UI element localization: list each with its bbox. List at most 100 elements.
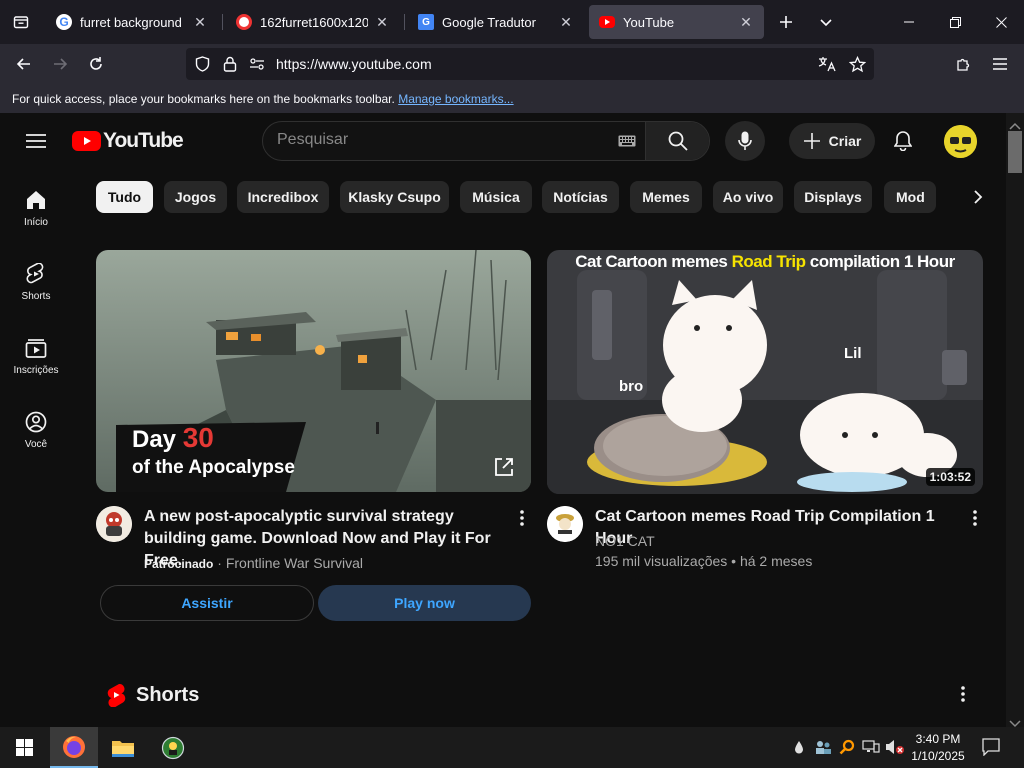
chip-tudo[interactable]: Tudo xyxy=(96,181,153,213)
tab-google-tradutor[interactable]: G Google Tradutor ✕ xyxy=(408,5,584,39)
video-thumbnail-image xyxy=(547,250,983,494)
shorts-more-button[interactable] xyxy=(951,682,975,706)
scrollbar-thumb[interactable] xyxy=(1008,131,1022,173)
tab-close-icon[interactable]: ✕ xyxy=(192,14,208,31)
guide-item-you[interactable]: Você xyxy=(0,399,72,471)
taskbar-clock[interactable]: 3:40 PM 1/10/2025 xyxy=(905,731,971,765)
tab-furret-background[interactable]: G furret background - Go ✕ xyxy=(46,5,218,39)
chip-jogos[interactable]: Jogos xyxy=(164,181,227,213)
scroll-down-icon[interactable] xyxy=(1009,715,1021,728)
tab-title: Google Tradutor xyxy=(442,14,536,30)
ad-more-button[interactable] xyxy=(510,506,534,530)
chip-klasky-csupo[interactable]: Klasky Csupo xyxy=(340,181,449,213)
puzzle-icon xyxy=(957,58,970,71)
create-button[interactable]: Criar xyxy=(789,123,875,159)
tray-volume-muted-icon[interactable] xyxy=(885,737,905,757)
you-icon xyxy=(25,411,47,433)
taskbar-firefox[interactable] xyxy=(50,727,98,768)
chip-incredibox[interactable]: Incredibox xyxy=(237,181,329,213)
tray-people-icon[interactable] xyxy=(813,737,833,757)
start-button[interactable] xyxy=(0,727,48,768)
tab-title: furret background - Go xyxy=(80,14,186,30)
chip-musica[interactable]: Música xyxy=(460,181,532,213)
permissions-icon[interactable] xyxy=(248,56,266,72)
tab-close-icon[interactable]: ✕ xyxy=(374,14,390,31)
manage-bookmarks-link[interactable]: Manage bookmarks... xyxy=(398,92,513,106)
reload-button[interactable] xyxy=(80,48,112,80)
chip-displays[interactable]: Displays xyxy=(794,181,872,213)
video-thumb-title: Cat Cartoon memes Road Trip compilation … xyxy=(547,250,983,272)
menu-button[interactable] xyxy=(984,48,1016,80)
filter-chips-bar: Tudo Jogos Incredibox Klasky Csupo Músic… xyxy=(96,181,936,215)
chip-memes[interactable]: Memes xyxy=(630,181,702,213)
video-thumbnail[interactable]: Cat Cartoon memes Road Trip compilation … xyxy=(547,250,983,494)
scroll-up-icon[interactable] xyxy=(1009,117,1021,130)
forward-button[interactable] xyxy=(44,48,76,80)
address-bar[interactable]: https://www.youtube.com xyxy=(186,48,874,80)
page-scrollbar[interactable] xyxy=(1006,113,1024,728)
advertiser-name[interactable]: Frontline War Survival xyxy=(226,555,363,571)
new-tab-button[interactable] xyxy=(772,8,800,36)
shield-icon[interactable] xyxy=(194,56,210,72)
minimize-icon xyxy=(904,21,914,23)
keyboard-icon[interactable] xyxy=(618,134,636,148)
thumb-label-lil: Lil xyxy=(844,345,862,362)
search-input[interactable] xyxy=(277,131,607,149)
tab-youtube[interactable]: YouTube ✕ xyxy=(589,5,764,39)
chip-ao-vivo[interactable]: Ao vivo xyxy=(713,181,783,213)
tray-search-orange-icon[interactable] xyxy=(837,737,857,757)
tab-close-icon[interactable]: ✕ xyxy=(738,14,754,31)
tray-drop-icon[interactable] xyxy=(789,737,809,757)
notification-icon xyxy=(982,738,1000,756)
url-text[interactable]: https://www.youtube.com xyxy=(276,56,432,72)
close-window-button[interactable] xyxy=(978,0,1024,44)
guide-item-subscriptions[interactable]: Inscrições xyxy=(0,325,72,397)
search-button[interactable] xyxy=(645,122,709,160)
external-link-icon[interactable] xyxy=(493,456,515,478)
tray-network-icon[interactable] xyxy=(861,737,881,757)
browser-tab-bar: G furret background - Go ✕ 162furret1600… xyxy=(0,0,1024,44)
taskbar-file-explorer[interactable] xyxy=(99,727,147,768)
tab-overflow-button[interactable] xyxy=(812,8,840,36)
guide-item-home[interactable]: Início xyxy=(0,177,72,249)
bookmark-star-icon[interactable] xyxy=(848,55,866,73)
reload-icon xyxy=(90,57,102,70)
more-vert-icon xyxy=(973,510,977,526)
translate-page-icon[interactable] xyxy=(818,56,836,72)
youtube-logo-text: YouTube xyxy=(103,129,184,152)
chip-mod[interactable]: Mod xyxy=(884,181,936,213)
plus-icon xyxy=(780,16,792,28)
minimize-button[interactable] xyxy=(886,0,932,44)
watch-ad-button[interactable]: Assistir xyxy=(100,585,314,621)
voice-search-button[interactable] xyxy=(725,121,765,161)
guide-item-label: Você xyxy=(24,439,48,450)
tab-title: 162furret1600x1200.jpg xyxy=(260,14,368,30)
restore-button[interactable] xyxy=(932,0,978,44)
account-avatar[interactable] xyxy=(944,125,977,158)
ad-thumbnail[interactable]: Day 30 of the Apocalypse xyxy=(96,250,531,492)
chips-next-button[interactable] xyxy=(960,181,996,213)
chip-noticias[interactable]: Notícias xyxy=(542,181,619,213)
back-button[interactable] xyxy=(8,48,40,80)
bookmarks-toolbar: For quick access, place your bookmarks h… xyxy=(0,84,1024,113)
play-now-button[interactable]: Play now xyxy=(318,585,531,621)
create-label: Criar xyxy=(828,133,862,149)
translate-icon: G xyxy=(418,14,434,30)
extensions-button[interactable] xyxy=(948,48,980,80)
youtube-logo[interactable]: YouTube xyxy=(72,129,184,153)
taskbar-app-green[interactable] xyxy=(149,727,197,768)
guide-menu-button[interactable] xyxy=(16,121,56,161)
tab-close-icon[interactable]: ✕ xyxy=(558,14,574,31)
channel-avatar[interactable] xyxy=(547,506,583,542)
video-more-button[interactable] xyxy=(963,506,987,530)
lock-icon[interactable] xyxy=(222,56,238,72)
action-center-button[interactable] xyxy=(981,737,1001,757)
guide-item-shorts[interactable]: Shorts xyxy=(0,251,72,323)
notifications-button[interactable] xyxy=(883,121,923,161)
tab-furret-image[interactable]: 162furret1600x1200.jpg ✕ xyxy=(226,5,400,39)
channel-name[interactable]: NO1 CAT xyxy=(595,531,655,551)
ad-thumb-line1: Day xyxy=(132,426,177,453)
advertiser-avatar[interactable] xyxy=(96,506,132,542)
tab-list-icon xyxy=(13,16,29,29)
list-all-tabs-button[interactable] xyxy=(0,0,42,44)
